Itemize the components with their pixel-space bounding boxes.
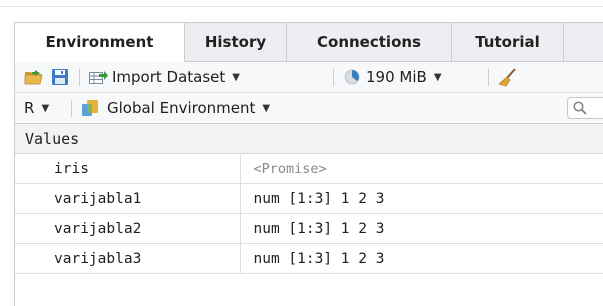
variable-name: varijabla3 [15, 243, 241, 274]
import-dataset-label: Import Dataset [112, 68, 226, 86]
table-row[interactable]: varijabla3 num [1:3] 1 2 3 [15, 243, 603, 274]
memory-usage-label: 190 MiB [366, 68, 427, 86]
save-disk-icon[interactable] [51, 68, 69, 86]
table-row[interactable]: varijabla2 num [1:3] 1 2 3 [15, 213, 603, 244]
tab-connections[interactable]: Connections [287, 23, 452, 61]
table-row[interactable]: iris <Promise> [15, 154, 603, 184]
environment-scope-toolbar: R ▼ Global Environment ▼ [15, 93, 603, 124]
clear-workspace-button[interactable] [498, 62, 520, 92]
environment-variables-table: iris <Promise> varijabla1 num [1:3] 1 2 … [15, 154, 603, 274]
top-strip [0, 0, 603, 7]
variable-name: iris [15, 154, 241, 184]
environment-search-input[interactable] [567, 97, 603, 119]
environment-toolbar: Import Dataset ▼ 190 MiB ▼ [15, 62, 603, 93]
values-section-header[interactable]: Values [15, 124, 603, 154]
variable-name: varijabla2 [15, 213, 241, 244]
import-table-icon [89, 71, 108, 84]
table-row[interactable]: varijabla1 num [1:3] 1 2 3 [15, 183, 603, 214]
pane-tab-bar: Environment History Connections Tutorial [15, 23, 603, 62]
memory-pie-icon [344, 69, 360, 85]
variable-value: <Promise> [240, 154, 603, 184]
chevron-down-icon: ▼ [433, 71, 442, 83]
toolbar-separator [79, 69, 80, 86]
chevron-down-icon: ▼ [262, 102, 271, 114]
toolbar-separator [488, 69, 489, 86]
environment-label: Global Environment [107, 99, 256, 117]
toolbar-separator [71, 100, 72, 117]
variable-value: num [1:3] 1 2 3 [240, 243, 603, 274]
environment-selector[interactable]: Global Environment ▼ [81, 93, 270, 123]
variable-value: num [1:3] 1 2 3 [240, 213, 603, 244]
memory-usage-button[interactable]: 190 MiB ▼ [344, 62, 442, 92]
environment-pane: Environment History Connections Tutorial [14, 22, 603, 306]
tab-history[interactable]: History [185, 23, 287, 61]
global-environment-icon [82, 100, 98, 116]
search-icon [573, 101, 587, 115]
chevron-down-icon: ▼ [232, 71, 240, 83]
toolbar-separator [333, 69, 334, 86]
rstudio-environment-pane: Environment History Connections Tutorial [0, 0, 603, 306]
language-label: R [24, 99, 35, 117]
variable-value: num [1:3] 1 2 3 [240, 183, 603, 214]
tab-tutorial[interactable]: Tutorial [452, 23, 564, 61]
values-header-label: Values [25, 129, 80, 148]
language-selector[interactable]: R ▼ [24, 93, 49, 123]
broom-icon [498, 68, 516, 87]
tab-environment[interactable]: Environment [15, 23, 185, 62]
import-dataset-button[interactable]: Import Dataset ▼ [89, 62, 240, 92]
chevron-down-icon: ▼ [41, 102, 50, 114]
variable-name: varijabla1 [15, 183, 241, 214]
open-folder-icon[interactable] [24, 69, 44, 85]
